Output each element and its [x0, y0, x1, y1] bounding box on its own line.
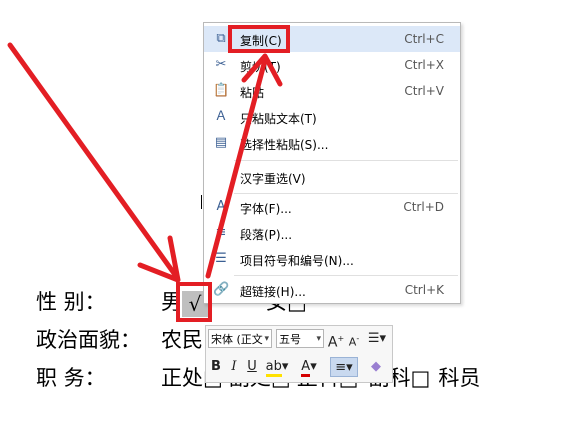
arrow-to-copy: [205, 53, 283, 279]
annotation-arrows: [7, 42, 283, 283]
arrow-to-selection: [7, 42, 181, 283]
